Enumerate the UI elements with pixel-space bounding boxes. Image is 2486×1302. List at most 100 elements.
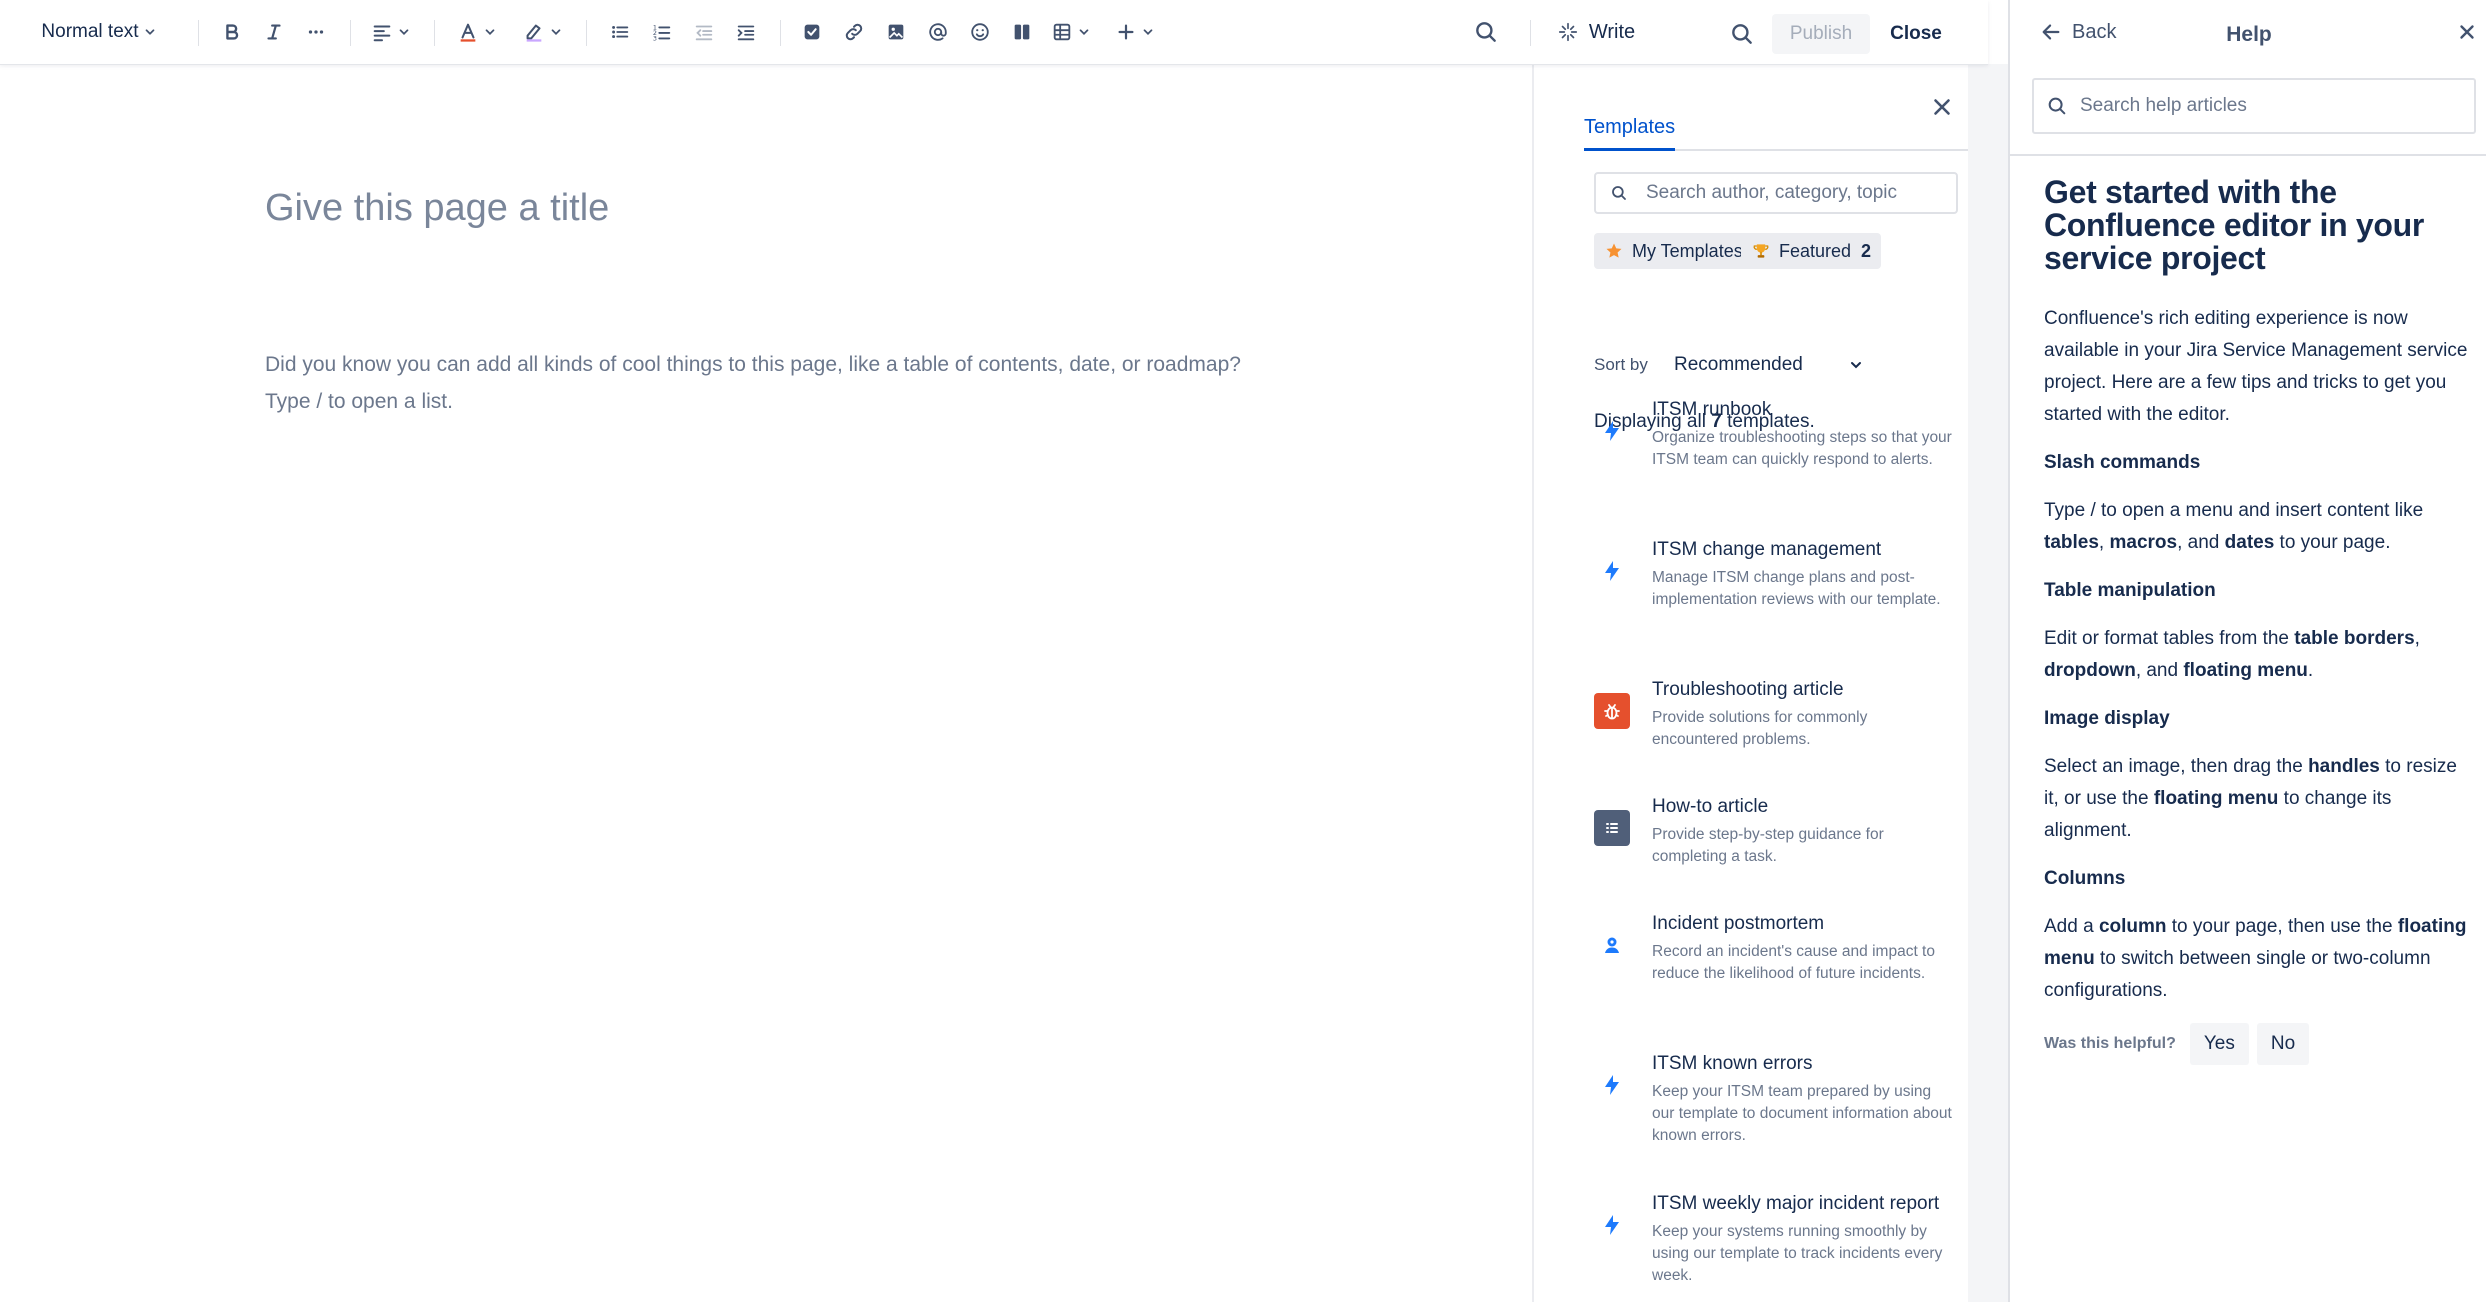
- help-intro: Confluence's rich editing experience is …: [2044, 308, 2468, 425]
- editor-panel-divider: [1532, 64, 1534, 1302]
- checklist-icon: [1594, 810, 1630, 846]
- sort-by-label: Sort by: [1594, 355, 1648, 374]
- chevron-down-icon: [145, 29, 154, 35]
- template-description: Organize troubleshooting steps so that y…: [1652, 429, 1952, 468]
- featured-filter[interactable]: Featured 2: [1741, 233, 1882, 269]
- bullet-list-button[interactable]: [602, 14, 638, 50]
- template-item-itsm-runbook[interactable]: ITSM runbook Organize troubleshooting st…: [1594, 398, 1964, 471]
- bullet-list-icon: [612, 25, 629, 39]
- mention-button[interactable]: [920, 14, 956, 50]
- my-templates-filter[interactable]: My Templates: [1594, 233, 1753, 269]
- italic-button[interactable]: [256, 14, 292, 50]
- alignment-dropdown[interactable]: [366, 14, 416, 50]
- outdent-icon: [695, 25, 713, 41]
- global-search-button[interactable]: [1722, 16, 1762, 52]
- template-item-incident-postmortem[interactable]: Incident postmortem Record an incident's…: [1594, 912, 1964, 985]
- ai-sparkle-icon: [1558, 22, 1577, 42]
- write-button[interactable]: Write: [1548, 14, 1644, 50]
- outdent-button[interactable]: [686, 14, 722, 50]
- panel-gutter: [1968, 64, 2008, 1302]
- table-icon: [1053, 23, 1071, 41]
- postmortem-icon: [1594, 927, 1630, 963]
- template-item-itsm-weekly-major-incident-report[interactable]: ITSM weekly major incident report Keep y…: [1594, 1192, 1964, 1287]
- tab-active-indicator: [1584, 148, 1675, 151]
- template-item-itsm-change-management[interactable]: ITSM change management Manage ITSM chang…: [1594, 538, 1964, 611]
- bug-icon: [1594, 693, 1630, 729]
- bold-button[interactable]: [214, 14, 250, 50]
- toolbar-divider: [586, 20, 587, 46]
- chevron-down-icon: [399, 29, 409, 35]
- template-description: Keep your ITSM team prepared by using ou…: [1652, 1083, 1952, 1144]
- bold-icon: [226, 24, 239, 40]
- close-templates-button[interactable]: [1926, 91, 1958, 123]
- feedback-no-button[interactable]: No: [2256, 1023, 2310, 1065]
- link-icon: [845, 23, 863, 41]
- editor-toolbar: Normal text 123 Write: [0, 0, 1988, 64]
- image-button[interactable]: [878, 14, 914, 50]
- toolbar-divider: [198, 20, 199, 46]
- plus-icon: [1118, 24, 1134, 40]
- help-search-field[interactable]: [2032, 78, 2476, 134]
- section-text-slash-commands: Type / to open a menu and insert content…: [2044, 500, 2424, 553]
- tab-templates[interactable]: Templates: [1584, 116, 1675, 139]
- sort-dropdown[interactable]: Recommended: [1664, 346, 1874, 384]
- yes-label: Yes: [2203, 1033, 2235, 1054]
- text-color-icon: [460, 23, 476, 42]
- svg-text:3: 3: [653, 34, 657, 42]
- text-color-dropdown[interactable]: [452, 14, 502, 50]
- layouts-button[interactable]: [1004, 14, 1040, 50]
- template-search-field[interactable]: [1594, 172, 1958, 214]
- template-name: ITSM change management: [1652, 539, 1882, 560]
- link-button[interactable]: [836, 14, 872, 50]
- template-description: Provide step-by-step guidance for comple…: [1652, 826, 1884, 865]
- feedback-row: Was this helpful? Yes No: [2044, 1023, 2476, 1065]
- highlight-icon: [526, 24, 542, 42]
- page-title-input[interactable]: Give this page a title: [265, 187, 609, 230]
- find-replace-button[interactable]: [1466, 14, 1506, 50]
- search-icon: [1732, 24, 1752, 44]
- editor-canvas[interactable]: Give this page a title Did you know you …: [0, 64, 1532, 1302]
- section-text-columns: Add a column to your page, then use the …: [2044, 916, 2467, 1001]
- star-icon: [1606, 243, 1622, 258]
- help-panel: Back Help Get started with the Confluenc…: [2008, 0, 2486, 1302]
- action-item-button[interactable]: [794, 14, 830, 50]
- table-dropdown[interactable]: [1046, 14, 1096, 50]
- feedback-yes-button[interactable]: Yes: [2189, 1023, 2249, 1065]
- template-item-troubleshooting-article[interactable]: Troubleshooting article Provide solution…: [1594, 678, 1964, 751]
- emoji-button[interactable]: [962, 14, 998, 50]
- template-description: Manage ITSM change plans and post-implem…: [1652, 569, 1941, 608]
- section-title-image-display: Image display: [2044, 708, 2170, 729]
- editor-placeholder-text[interactable]: Did you know you can add all kinds of co…: [265, 346, 1465, 420]
- more-formatting-button[interactable]: [298, 14, 334, 50]
- template-name: Incident postmortem: [1652, 913, 1825, 934]
- section-text-table-manipulation: Edit or format tables from the table bor…: [2044, 628, 2420, 681]
- sort-value: Recommended: [1674, 354, 1803, 375]
- write-label: Write: [1588, 20, 1636, 43]
- close-editor-button[interactable]: Close: [1880, 14, 1952, 54]
- indent-button[interactable]: [728, 14, 764, 50]
- numbered-list-button[interactable]: 123: [644, 14, 680, 50]
- template-name: ITSM runbook: [1652, 399, 1772, 420]
- text-style-label: Normal text: [41, 21, 139, 42]
- template-search-input[interactable]: [1644, 181, 1944, 205]
- text-style-dropdown[interactable]: Normal text: [26, 14, 172, 50]
- chevron-down-icon: [1079, 29, 1089, 35]
- mention-icon: [929, 23, 947, 41]
- highlight-dropdown[interactable]: [518, 14, 568, 50]
- help-search-input[interactable]: [2078, 94, 2458, 118]
- chevron-down-icon: [551, 29, 561, 35]
- publish-button[interactable]: Publish: [1772, 14, 1870, 54]
- template-item-how-to-article[interactable]: How-to article Provide step-by-step guid…: [1594, 795, 1964, 868]
- featured-count: 2: [1861, 240, 1872, 261]
- layouts-icon: [1014, 24, 1030, 40]
- emoji-icon: [971, 23, 989, 41]
- insert-dropdown[interactable]: [1110, 14, 1160, 50]
- close-icon[interactable]: [2456, 21, 2478, 43]
- section-text-image-display: Select an image, then drag the handles t…: [2044, 756, 2457, 841]
- placeholder-line-1: Did you know you can add all kinds of co…: [265, 353, 1241, 376]
- template-description: Record an incident's cause and impact to…: [1652, 943, 1935, 982]
- toolbar-divider: [350, 20, 351, 46]
- template-item-itsm-known-errors[interactable]: ITSM known errors Keep your ITSM team pr…: [1594, 1052, 1964, 1147]
- section-title-slash-commands: Slash commands: [2044, 452, 2201, 473]
- search-icon: [1612, 186, 1626, 200]
